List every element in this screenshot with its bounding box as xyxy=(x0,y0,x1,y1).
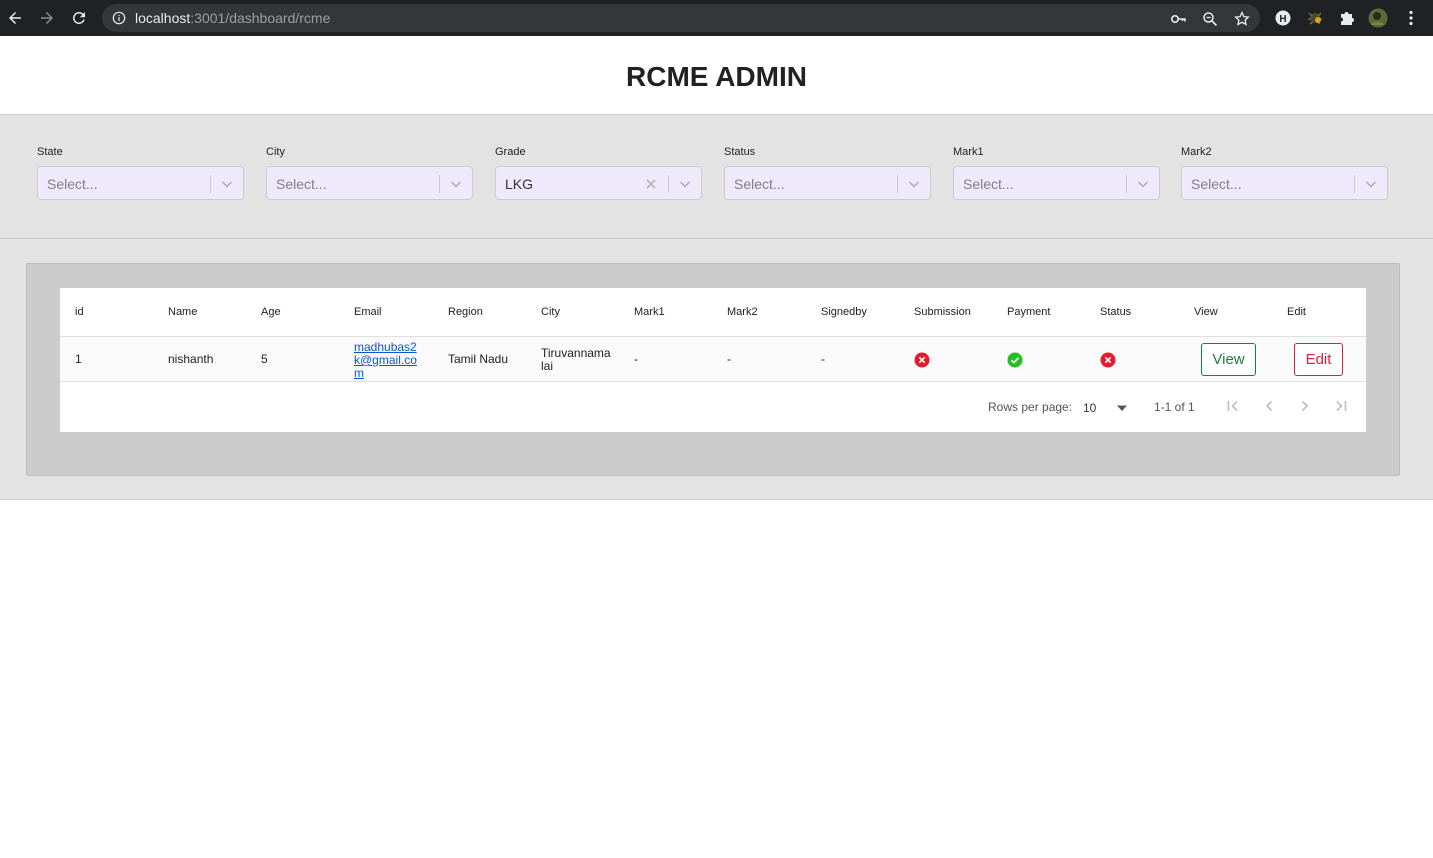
filter-label: Mark1 xyxy=(953,146,984,158)
cell-mark2: - xyxy=(727,352,731,366)
column-header-region[interactable]: Region xyxy=(448,305,483,319)
select-value: Select... xyxy=(734,176,785,192)
zoom-icon[interactable] xyxy=(1202,11,1218,27)
column-header-signedby[interactable]: Signedby xyxy=(821,305,867,319)
filter-label: Grade xyxy=(495,146,526,158)
edit-button[interactable]: Edit xyxy=(1294,343,1343,376)
rows-per-page-select[interactable]: 10 xyxy=(1083,401,1096,415)
select-value: LKG xyxy=(505,176,534,192)
filter-bar: State Select... City Select... Grade LKG… xyxy=(0,114,1433,239)
column-header-edit[interactable]: Edit xyxy=(1287,305,1306,319)
column-header-email[interactable]: Email xyxy=(354,305,382,319)
back-icon[interactable] xyxy=(3,6,27,30)
city-select[interactable]: Select... xyxy=(266,166,473,200)
data-table: id Name Age Email Region City Mark1 Mark… xyxy=(60,288,1366,432)
column-header-view[interactable]: View xyxy=(1194,305,1218,319)
forward-icon[interactable] xyxy=(35,6,59,30)
state-select[interactable]: Select... xyxy=(37,166,244,200)
key-icon[interactable] xyxy=(1170,11,1186,27)
browser-toolbar: localhost:3001/dashboard/rcme H xyxy=(0,0,1433,36)
cell-region: Tamil Nadu xyxy=(448,352,509,366)
pagination: Rows per page: 10 1-1 of 1 xyxy=(60,382,1366,432)
star-icon[interactable] xyxy=(1234,11,1250,27)
cell-email-link[interactable]: madhubas2k@gmail.com xyxy=(354,341,422,380)
select-value: Select... xyxy=(47,176,98,192)
cell-city: Tiruvannamalai xyxy=(541,346,611,373)
table-header: id Name Age Email Region City Mark1 Mark… xyxy=(60,288,1366,337)
column-header-id[interactable]: id xyxy=(75,305,84,319)
status-error-icon xyxy=(1100,352,1116,368)
submission-error-icon xyxy=(914,352,930,368)
address-bar[interactable]: localhost:3001/dashboard/rcme xyxy=(102,4,1260,32)
extension-h-icon[interactable]: H xyxy=(1273,8,1293,28)
payment-success-icon xyxy=(1007,352,1023,368)
clear-icon[interactable] xyxy=(643,176,659,192)
last-page-icon[interactable] xyxy=(1329,394,1353,418)
column-header-status[interactable]: Status xyxy=(1100,305,1131,319)
chevron-down-icon[interactable] xyxy=(1363,176,1379,192)
page-range: 1-1 of 1 xyxy=(1154,400,1195,414)
cell-signedby: - xyxy=(821,352,825,366)
cell-id: 1 xyxy=(75,352,82,366)
table-wrapper: id Name Age Email Region City Mark1 Mark… xyxy=(26,263,1400,476)
previous-page-icon[interactable] xyxy=(1257,394,1281,418)
table-row: 1 nishanth 5 madhubas2k@gmail.com Tamil … xyxy=(60,337,1366,382)
column-header-age[interactable]: Age xyxy=(261,305,281,319)
select-separator xyxy=(1126,175,1127,193)
filter-grade: Grade LKG xyxy=(495,145,702,200)
column-header-name[interactable]: Name xyxy=(168,305,197,319)
next-page-icon[interactable] xyxy=(1293,394,1317,418)
column-header-submission[interactable]: Submission xyxy=(914,305,971,319)
grade-select[interactable]: LKG xyxy=(495,166,702,200)
column-header-mark1[interactable]: Mark1 xyxy=(634,305,665,319)
select-separator xyxy=(897,175,898,193)
select-separator xyxy=(439,175,440,193)
chevron-down-icon[interactable] xyxy=(1135,176,1151,192)
view-button[interactable]: View xyxy=(1201,343,1256,376)
filter-label: Mark2 xyxy=(1181,146,1212,158)
filter-label: State xyxy=(37,146,63,158)
caret-down-icon[interactable] xyxy=(1116,403,1128,413)
first-page-icon[interactable] xyxy=(1221,394,1245,418)
filter-state: State Select... xyxy=(37,145,244,200)
filter-mark2: Mark2 Select... xyxy=(1181,145,1388,200)
chevron-down-icon[interactable] xyxy=(677,176,693,192)
extension-bug-icon[interactable] xyxy=(1305,8,1325,28)
svg-text:H: H xyxy=(1279,14,1286,25)
cell-name: nishanth xyxy=(168,352,214,366)
profile-avatar[interactable] xyxy=(1368,8,1388,28)
chevron-down-icon[interactable] xyxy=(448,176,464,192)
select-separator xyxy=(668,175,669,193)
filter-label: Status xyxy=(724,146,756,158)
select-value: Select... xyxy=(1191,176,1242,192)
status-select[interactable]: Select... xyxy=(724,166,931,200)
rows-per-page-label: Rows per page: xyxy=(988,400,1073,414)
filter-mark1: Mark1 Select... xyxy=(953,145,1160,200)
filter-status: Status Select... xyxy=(724,145,931,200)
reload-icon[interactable] xyxy=(67,6,91,30)
puzzle-icon[interactable] xyxy=(1337,8,1357,28)
chevron-down-icon[interactable] xyxy=(219,176,235,192)
select-value: Select... xyxy=(276,176,327,192)
mark1-select[interactable]: Select... xyxy=(953,166,1160,200)
column-header-city[interactable]: City xyxy=(541,305,560,319)
filter-label: City xyxy=(266,146,285,158)
select-separator xyxy=(210,175,211,193)
cell-mark1: - xyxy=(634,352,638,366)
mark2-select[interactable]: Select... xyxy=(1181,166,1388,200)
page-title: RCME ADMIN xyxy=(626,61,807,92)
cell-age: 5 xyxy=(261,352,268,366)
select-value: Select... xyxy=(963,176,1014,192)
table-section: id Name Age Email Region City Mark1 Mark… xyxy=(0,239,1433,500)
filter-city: City Select... xyxy=(266,145,473,200)
column-header-payment[interactable]: Payment xyxy=(1007,305,1050,319)
column-header-mark2[interactable]: Mark2 xyxy=(727,305,758,319)
chevron-down-icon[interactable] xyxy=(906,176,922,192)
url-text: localhost:3001/dashboard/rcme xyxy=(135,10,331,26)
info-icon[interactable] xyxy=(112,11,126,25)
menu-icon[interactable] xyxy=(1401,8,1421,28)
select-separator xyxy=(1354,175,1355,193)
